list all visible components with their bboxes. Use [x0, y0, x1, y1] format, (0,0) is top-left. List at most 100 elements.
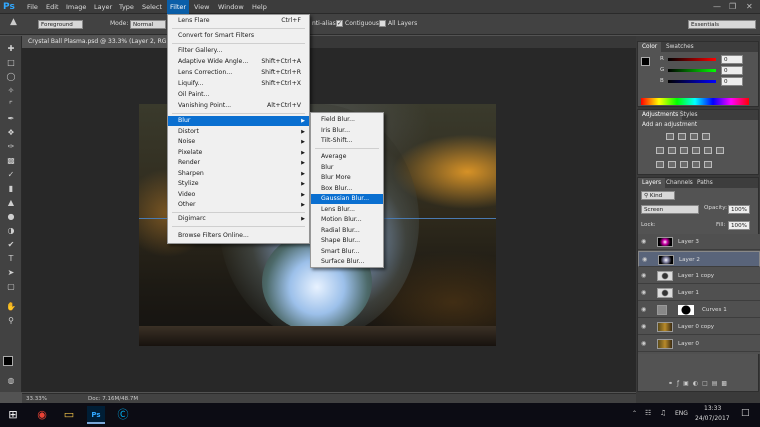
zoom-tool-icon[interactable]: ⚲ [5, 316, 17, 326]
blend-mode-select[interactable]: Screen [641, 205, 699, 214]
hand-tool-icon[interactable]: ✋ [5, 302, 17, 312]
r-slider[interactable] [668, 58, 716, 61]
menu-item-lens-correction[interactable]: Lens Correction... Shift+Ctrl+R [168, 68, 309, 78]
menu-window[interactable]: Window [215, 0, 247, 14]
close-icon[interactable]: ✕ [746, 2, 753, 11]
eye-icon[interactable]: ◉ [641, 319, 649, 335]
menu-item-digimarc[interactable]: Digimarc ▶ [168, 214, 309, 224]
quick-select-tool-icon[interactable]: ✧ [5, 86, 17, 96]
menu-type[interactable]: Type [116, 0, 137, 14]
layer-row-layer-2[interactable]: ◉ Layer 2 [638, 251, 760, 267]
eye-icon[interactable]: ◉ [641, 268, 649, 284]
menu-item-vanishing-point[interactable]: Vanishing Point... Alt+Ctrl+V [168, 101, 309, 111]
windows-start-icon[interactable]: ⊞ [4, 406, 22, 424]
menu-item-lens-flare[interactable]: Lens Flare Ctrl+F [168, 16, 309, 26]
tab-styles[interactable]: Styles [676, 110, 702, 120]
eye-icon[interactable]: ◉ [641, 302, 649, 318]
menu-item-lens-blur[interactable]: Lens Blur... [311, 205, 383, 215]
mode-select[interactable]: Normal [130, 20, 166, 29]
menu-select[interactable]: Select [139, 0, 165, 14]
clock-time[interactable]: 13:33 [704, 405, 721, 412]
rectangle-tool-icon[interactable]: ▢ [5, 282, 17, 292]
document-tab[interactable]: Crystal Ball Plasma.psd @ 33.3% (Layer 2… [24, 36, 174, 48]
notifications-icon[interactable]: □ [741, 408, 750, 418]
fill-field[interactable]: 100% [728, 221, 750, 230]
skype-icon[interactable]: Ⓒ [114, 406, 132, 424]
link-icon[interactable]: ⚭ [668, 380, 677, 387]
black-white-icon[interactable] [692, 147, 700, 154]
menu-item-distort[interactable]: Distort ▶ [168, 127, 309, 137]
menu-item-blur-more[interactable]: Blur More [311, 173, 383, 183]
menu-filter[interactable]: Filter [167, 0, 190, 14]
crop-tool-icon[interactable]: ⌜ [5, 100, 17, 110]
path-selection-tool-icon[interactable]: ➤ [5, 268, 17, 278]
eye-icon[interactable]: ◉ [641, 234, 649, 250]
foreground-color-swatch[interactable] [3, 356, 13, 366]
posterize-icon[interactable] [668, 161, 676, 168]
eye-icon[interactable]: ◉ [641, 285, 649, 301]
adjustment-icon[interactable]: ◐ [693, 380, 702, 387]
contiguous-checkbox[interactable]: ✓ [336, 20, 343, 27]
blur-tool-icon[interactable]: ● [5, 212, 17, 222]
history-brush-tool-icon[interactable]: ✓ [5, 170, 17, 180]
menu-view[interactable]: View [191, 0, 212, 14]
move-tool-icon[interactable]: ✚ [5, 44, 17, 54]
menu-item-field-blur[interactable]: Field Blur... [311, 115, 383, 125]
menu-item-surface-blur[interactable]: Surface Blur... [311, 257, 383, 267]
eraser-tool-icon[interactable]: ▮ [5, 184, 17, 194]
layer-filter-select[interactable]: ⚲ Kind [641, 191, 675, 200]
menu-item-filter-gallery[interactable]: Filter Gallery... [168, 46, 309, 56]
chrome-icon[interactable]: ◉ [33, 406, 51, 424]
mask-icon[interactable]: ▣ [683, 380, 693, 387]
menu-item-oil-paint[interactable]: Oil Paint... [168, 90, 309, 100]
menu-item-video[interactable]: Video ▶ [168, 190, 309, 200]
menu-help[interactable]: Help [249, 0, 270, 14]
minimize-icon[interactable]: — [713, 2, 721, 11]
paint-bucket-icon[interactable]: ▲ [10, 17, 17, 27]
menu-item-render[interactable]: Render ▶ [168, 158, 309, 168]
selective-color-icon[interactable] [704, 161, 712, 168]
volume-icon[interactable]: ♫ [660, 409, 666, 417]
language-indicator[interactable]: ENG [675, 410, 688, 417]
menu-item-shape-blur[interactable]: Shape Blur... [311, 236, 383, 246]
opacity-field[interactable]: 100% [728, 205, 750, 214]
r-field[interactable]: 0 [721, 55, 743, 64]
menu-item-noise[interactable]: Noise ▶ [168, 137, 309, 147]
pen-tool-icon[interactable]: ✔ [5, 240, 17, 250]
layer-row-curves-1[interactable]: ◉ Curves 1 [638, 302, 760, 318]
paint-bucket-tool-icon[interactable]: ▲ [5, 198, 17, 208]
brightness-icon[interactable] [666, 133, 674, 140]
levels-icon[interactable] [678, 133, 686, 140]
eyedropper-tool-icon[interactable]: ✒ [5, 114, 17, 124]
menu-item-other[interactable]: Other ▶ [168, 200, 309, 210]
menu-item-gaussian-blur[interactable]: Gaussian Blur... [311, 194, 383, 204]
tab-color[interactable]: Color [638, 42, 662, 52]
network-icon[interactable]: ☷ [645, 409, 651, 417]
tab-paths[interactable]: Paths [693, 178, 717, 188]
fill-source-select[interactable]: Foreground [38, 20, 83, 29]
menu-item-stylize[interactable]: Stylize ▶ [168, 179, 309, 189]
layer-mask-thumbnail[interactable] [678, 305, 694, 315]
color-balance-icon[interactable] [680, 147, 688, 154]
eye-icon[interactable]: ◉ [641, 336, 649, 352]
menu-item-browse-filters[interactable]: Browse Filters Online... [168, 231, 309, 241]
clone-stamp-tool-icon[interactable]: ▩ [5, 156, 17, 166]
curves-icon[interactable] [690, 133, 698, 140]
lasso-tool-icon[interactable]: ◯ [5, 72, 17, 82]
workspace-select[interactable]: Essentials [688, 20, 756, 29]
g-field[interactable]: 0 [721, 66, 743, 75]
exposure-icon[interactable] [702, 133, 710, 140]
brush-tool-icon[interactable]: ✑ [5, 142, 17, 152]
menu-item-adaptive-wide-angle[interactable]: Adaptive Wide Angle... Shift+Ctrl+A [168, 57, 309, 67]
menu-item-smart-blur[interactable]: Smart Blur... [311, 247, 383, 257]
layer-row-layer-1-copy[interactable]: ◉ Layer 1 copy [638, 268, 760, 284]
layer-row-layer-1[interactable]: ◉ Layer 1 [638, 285, 760, 301]
menu-image[interactable]: Image [63, 0, 89, 14]
restore-icon[interactable]: ❐ [729, 2, 736, 11]
menu-item-pixelate[interactable]: Pixelate ▶ [168, 148, 309, 158]
menu-item-liquify[interactable]: Liquify... Shift+Ctrl+X [168, 79, 309, 89]
dodge-tool-icon[interactable]: ◑ [5, 226, 17, 236]
menu-item-radial-blur[interactable]: Radial Blur... [311, 226, 383, 236]
b-slider[interactable] [668, 80, 716, 83]
threshold-icon[interactable] [680, 161, 688, 168]
